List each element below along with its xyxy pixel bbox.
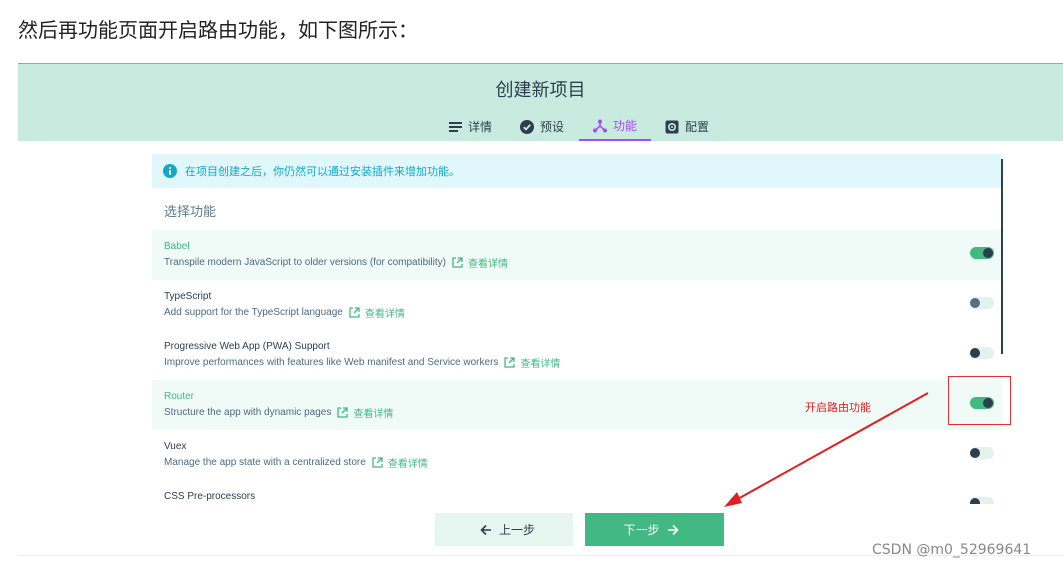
annotation-arrow-icon <box>724 392 929 507</box>
watermark: CSDN @m0_52969641 <box>872 542 1032 558</box>
